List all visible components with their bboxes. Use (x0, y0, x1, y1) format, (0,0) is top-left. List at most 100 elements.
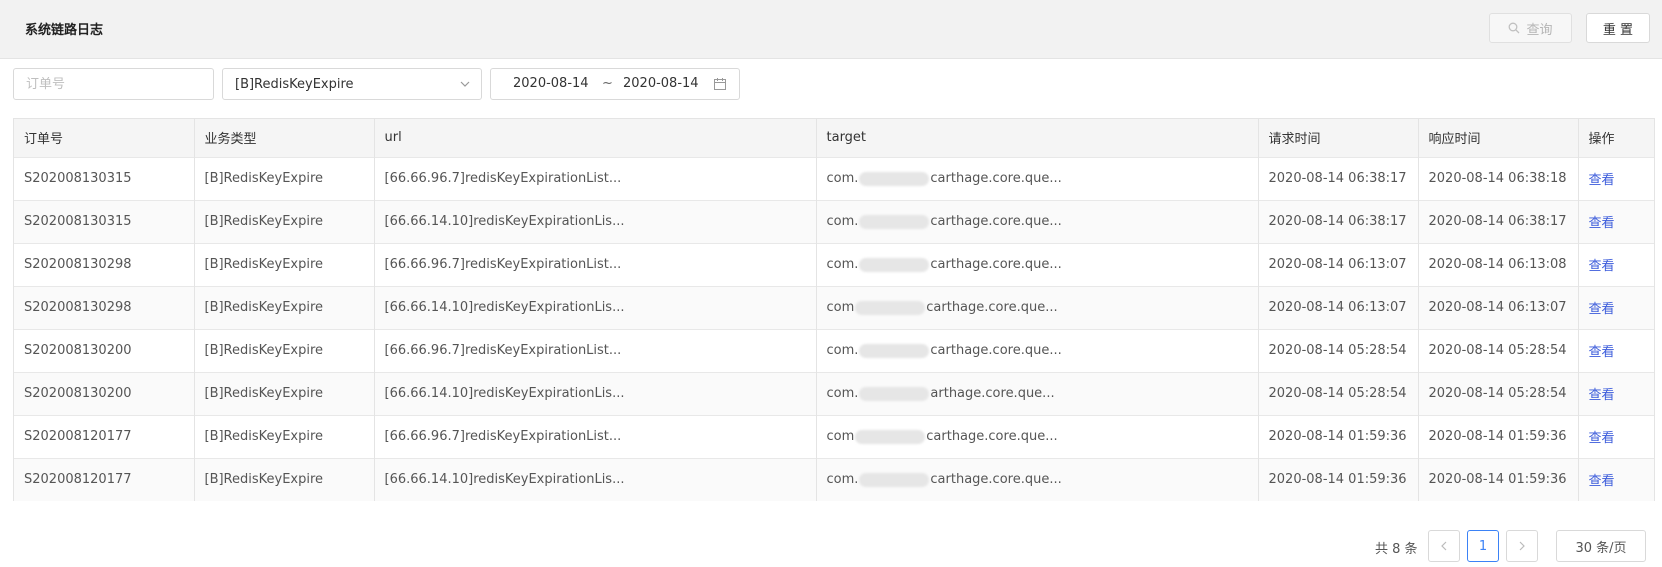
cell-url: [66.66.14.10]redisKeyExpirationLis... (374, 199, 817, 243)
redacted-blur (859, 472, 930, 487)
query-button-label: 查询 (1526, 22, 1553, 38)
target-suffix: carthage.core.que... (930, 171, 1062, 186)
view-link[interactable]: 查看 (1589, 388, 1615, 403)
business-type-select[interactable]: [B]RedisKeyExpire (222, 68, 482, 100)
redacted-blur (859, 257, 930, 272)
order-number-field[interactable] (13, 68, 214, 100)
prev-page-button[interactable] (1428, 530, 1460, 562)
target-prefix: com. (826, 472, 859, 488)
column-header-response-time: 响应时间 (1418, 119, 1579, 157)
page-title: 系统链路日志 (25, 23, 104, 38)
target-prefix: com. (826, 171, 859, 186)
table-row: S202008130298 [B]RedisKeyExpire [66.66.14.… (14, 285, 1654, 329)
reset-button[interactable]: 重 置 (1586, 13, 1650, 43)
column-header-request-time: 请求时间 (1258, 119, 1419, 157)
target-suffix: carthage.core.que... (930, 214, 1062, 229)
target-suffix: carthage.core.que... (930, 472, 1062, 488)
date-start[interactable]: 2020-08-14 (513, 76, 589, 91)
cell-action: 查看 (1578, 156, 1654, 200)
cell-url: [66.66.96.7]redisKeyExpirationList... (374, 328, 817, 372)
cell-order: S202008130298 (14, 242, 195, 286)
table-row: S202008120177 [B]RedisKeyExpire [66.66.96.… (14, 414, 1654, 458)
page-header: 系统链路日志 查询 重 置 (0, 0, 1662, 59)
total-count: 共 8 条 (1375, 542, 1418, 557)
order-number-input[interactable] (26, 76, 206, 92)
date-range-picker[interactable]: 2020-08-14 ~ 2020-08-14 (490, 68, 740, 100)
cell-order: S202008120177 (14, 414, 195, 458)
cell-response-time: 2020-08-14 06:13:08 (1418, 242, 1579, 286)
cell-request-time: 2020-08-14 06:38:17 (1258, 156, 1419, 200)
column-header-url: url (374, 119, 817, 157)
redacted-blur (859, 214, 930, 229)
cell-response-time: 2020-08-14 01:59:36 (1418, 457, 1579, 501)
cell-type: [B]RedisKeyExpire (194, 199, 375, 243)
page-button-1[interactable]: 1 (1467, 530, 1499, 562)
table-row: S202008120177 [B]RedisKeyExpire [66.66.14.… (14, 457, 1654, 501)
cell-target: com. arthage.core.que... (816, 371, 1259, 415)
cell-url: [66.66.96.7]redisKeyExpirationList... (374, 156, 817, 200)
cell-target: com carthage.core.que... (816, 285, 1259, 329)
cell-order: S202008130315 (14, 199, 195, 243)
search-icon (1509, 22, 1520, 34)
column-header-target: target (816, 119, 1259, 157)
redacted-blur (859, 386, 930, 401)
view-link[interactable]: 查看 (1589, 345, 1615, 360)
cell-order: S202008130298 (14, 285, 195, 329)
table-row: S202008130315 [B]RedisKeyExpire [66.66.14.… (14, 199, 1654, 243)
cell-type: [B]RedisKeyExpire (194, 328, 375, 372)
chevron-left-icon (1441, 541, 1447, 551)
calendar-icon (714, 78, 726, 90)
view-link[interactable]: 查看 (1589, 474, 1615, 489)
cell-action: 查看 (1578, 199, 1654, 243)
cell-url: [66.66.14.10]redisKeyExpirationLis... (374, 457, 817, 501)
view-link[interactable]: 查看 (1589, 216, 1615, 231)
cell-url: [66.66.14.10]redisKeyExpirationLis... (374, 285, 817, 329)
cell-action: 查看 (1578, 242, 1654, 286)
chevron-down-icon (460, 81, 470, 87)
cell-target: com. carthage.core.que... (816, 242, 1259, 286)
redacted-blur (855, 300, 926, 315)
cell-request-time: 2020-08-14 01:59:36 (1258, 414, 1419, 458)
cell-order: S202008130200 (14, 371, 195, 415)
target-suffix: carthage.core.que... (926, 300, 1058, 315)
cell-url: [66.66.14.10]redisKeyExpirationLis... (374, 371, 817, 415)
page-size-select[interactable]: 30 条/页 (1556, 530, 1646, 562)
cell-request-time: 2020-08-14 06:38:17 (1258, 199, 1419, 243)
column-header-type: 业务类型 (194, 119, 375, 157)
cell-type: [B]RedisKeyExpire (194, 371, 375, 415)
date-end[interactable]: 2020-08-14 (623, 76, 699, 91)
cell-request-time: 2020-08-14 01:59:36 (1258, 457, 1419, 501)
view-link[interactable]: 查看 (1589, 259, 1615, 274)
cell-url: [66.66.96.7]redisKeyExpirationList... (374, 242, 817, 286)
cell-target: com carthage.core.que... (816, 414, 1259, 458)
query-button[interactable]: 查询 (1489, 13, 1572, 43)
cell-order: S202008130315 (14, 156, 195, 200)
cell-order: S202008130200 (14, 328, 195, 372)
target-prefix: com (826, 429, 855, 444)
page-size-value: 30 条/页 (1575, 540, 1627, 556)
cell-url: [66.66.96.7]redisKeyExpirationList... (374, 414, 817, 458)
redacted-blur (859, 171, 930, 186)
cell-request-time: 2020-08-14 06:13:07 (1258, 285, 1419, 329)
cell-response-time: 2020-08-14 06:38:18 (1418, 156, 1579, 200)
pagination: 共 8 条 1 30 条/页 (0, 530, 1662, 563)
cell-target: com. carthage.core.que... (816, 199, 1259, 243)
view-link[interactable]: 查看 (1589, 173, 1615, 188)
cell-type: [B]RedisKeyExpire (194, 242, 375, 286)
redacted-blur (859, 343, 930, 358)
next-page-button[interactable] (1506, 530, 1538, 562)
target-suffix: arthage.core.que... (930, 386, 1055, 401)
cell-target: com. carthage.core.que... (816, 457, 1259, 501)
view-link[interactable]: 查看 (1589, 302, 1615, 317)
cell-order: S202008120177 (14, 457, 195, 501)
table-row: S202008130315 [B]RedisKeyExpire [66.66.96.… (14, 156, 1654, 200)
target-prefix: com. (826, 386, 859, 401)
view-link[interactable]: 查看 (1589, 431, 1615, 446)
target-suffix: carthage.core.que... (930, 343, 1062, 358)
cell-target: com. carthage.core.que... (816, 156, 1259, 200)
cell-request-time: 2020-08-14 05:28:54 (1258, 371, 1419, 415)
target-prefix: com. (826, 343, 859, 358)
target-suffix: carthage.core.que... (926, 429, 1058, 444)
chevron-right-icon (1519, 541, 1525, 551)
log-table: 订单号 业务类型 url target 请求时间 响应时间 操作 S202008… (13, 118, 1655, 501)
